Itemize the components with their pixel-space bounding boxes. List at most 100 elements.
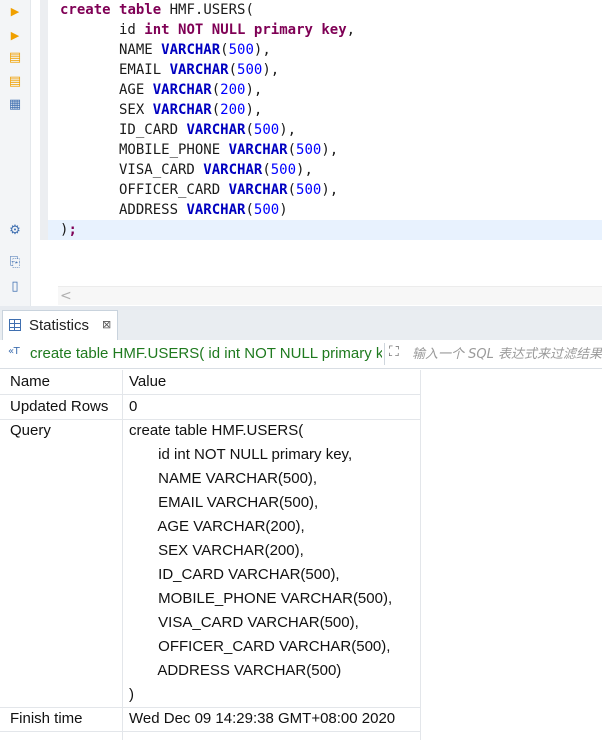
explain-plan-icon[interactable]: ▦: [7, 97, 23, 113]
row-value-cell[interactable]: NAME VARCHAR(500),: [129, 467, 317, 491]
execute-in-new-tab-icon[interactable]: ▶: [7, 28, 23, 44]
row-divider: [0, 707, 420, 708]
code-line[interactable]: create table HMF.USERS(: [60, 0, 254, 20]
row-value-cell[interactable]: 0: [129, 395, 137, 419]
code-token: NOT: [178, 22, 204, 38]
code-token: (: [211, 102, 221, 118]
row-name-cell[interactable]: Finish time: [10, 707, 83, 731]
code-token: ),: [262, 62, 280, 78]
code-token: key: [321, 22, 347, 38]
row-divider: [0, 419, 420, 420]
row-value-cell[interactable]: SEX VARCHAR(200),: [129, 539, 304, 563]
row-value-cell[interactable]: ID_CARD VARCHAR(500),: [129, 563, 339, 587]
code-token: NAME: [60, 42, 162, 58]
code-token: ),: [321, 142, 339, 158]
code-line[interactable]: NAME VARCHAR(500),: [60, 40, 271, 60]
column-header-value[interactable]: Value: [129, 370, 166, 394]
code-token: primary: [253, 22, 313, 38]
code-token: table: [119, 2, 162, 18]
code-line[interactable]: ID_CARD VARCHAR(500),: [60, 120, 296, 140]
row-value-cell[interactable]: AGE VARCHAR(200),: [129, 515, 304, 539]
code-line[interactable]: OFFICER_CARD VARCHAR(500),: [60, 180, 338, 200]
code-token: ,: [346, 22, 356, 38]
code-token: VARCHAR: [186, 202, 246, 218]
code-token: ),: [245, 102, 263, 118]
code-token: VARCHAR: [186, 122, 246, 138]
code-token: (: [287, 142, 297, 158]
tab-statistics-label: Statistics: [29, 317, 90, 334]
row-divider: [0, 731, 420, 732]
code-token: id: [60, 22, 145, 38]
row-value-cell[interactable]: VISA_CARD VARCHAR(500),: [129, 611, 359, 635]
code-token: create: [60, 2, 111, 18]
results-tab-strip: Statistics ⊠: [0, 310, 602, 341]
editor-gutter: [40, 0, 48, 240]
expand-filter-icon[interactable]: ⛶: [389, 344, 399, 360]
sql-editor[interactable]: ▶ ▶ ▤ ▤ ▦ ⚙ ⎘ ▯ create table HMF.USERS( id int …: [0, 0, 602, 308]
code-line[interactable]: AGE VARCHAR(200),: [60, 80, 262, 100]
code-token: (: [245, 202, 254, 218]
code-token: VARCHAR: [152, 82, 212, 98]
editor-side-toolbar: ▶ ▶ ▤ ▤ ▦ ⚙ ⎘ ▯: [0, 0, 31, 308]
code-line[interactable]: VISA_CARD VARCHAR(500),: [60, 160, 313, 180]
code-token: ADDRESS: [60, 202, 187, 218]
code-token: ),: [279, 122, 297, 138]
query-text[interactable]: create table HMF.USERS( id int NOT NULL …: [30, 345, 382, 362]
row-name-cell[interactable]: Updated Rows: [10, 395, 108, 419]
filter-input[interactable]: [412, 345, 602, 363]
row-value-cell[interactable]: create table HMF.USERS(: [129, 419, 303, 443]
code-token: VARCHAR: [203, 162, 263, 178]
statistics-grid-icon: [9, 319, 21, 331]
row-name-cell[interactable]: Query: [10, 419, 51, 443]
query-text-icon: «T: [8, 346, 20, 357]
row-value-cell[interactable]: ADDRESS VARCHAR(500): [129, 659, 341, 683]
settings-icon[interactable]: ⚙: [7, 223, 23, 239]
execute-statement-icon[interactable]: ▶: [7, 4, 23, 20]
code-token: (: [228, 62, 238, 78]
code-token: HMF.USERS(: [161, 2, 254, 18]
code-line[interactable]: id int NOT NULL primary key,: [60, 20, 355, 40]
column-divider[interactable]: [420, 370, 421, 740]
code-token: ;: [68, 222, 77, 238]
scroll-left-arrow[interactable]: <: [60, 287, 72, 305]
code-token: 500: [253, 202, 280, 218]
row-value-cell[interactable]: EMAIL VARCHAR(500),: [129, 491, 318, 515]
code-token: 500: [270, 162, 297, 178]
row-value-cell[interactable]: Wed Dec 09 14:29:38 GMT+08:00 2020: [129, 707, 395, 731]
load-file-icon[interactable]: ▯: [7, 279, 23, 295]
code-token: VARCHAR: [169, 62, 229, 78]
export-icon[interactable]: ⎘: [7, 255, 23, 271]
code-token: int: [144, 22, 170, 38]
code-area[interactable]: create table HMF.USERS( id int NOT NULL …: [48, 0, 602, 290]
execute-script-icon[interactable]: ▤: [7, 50, 23, 66]
code-line[interactable]: ADDRESS VARCHAR(500): [60, 200, 288, 220]
code-line[interactable]: MOBILE_PHONE VARCHAR(500),: [60, 140, 338, 160]
column-divider[interactable]: [122, 370, 123, 740]
code-line[interactable]: EMAIL VARCHAR(500),: [60, 60, 279, 80]
code-token: 500: [228, 42, 254, 58]
row-value-cell[interactable]: MOBILE_PHONE VARCHAR(500),: [129, 587, 392, 611]
code-token: 500: [296, 182, 322, 198]
code-token: VARCHAR: [161, 42, 221, 58]
horizontal-scrollbar[interactable]: <: [58, 286, 602, 305]
row-value-cell[interactable]: id int NOT NULL primary key,: [129, 443, 352, 467]
code-token: 500: [237, 62, 263, 78]
column-header-name[interactable]: Name: [10, 370, 50, 394]
query-filter-bar: «T create table HMF.USERS( id int NOT NU…: [0, 340, 602, 369]
code-line[interactable]: SEX VARCHAR(200),: [60, 100, 262, 120]
code-token: VARCHAR: [228, 142, 288, 158]
code-token: (: [262, 162, 271, 178]
close-tab-icon[interactable]: ⊠: [102, 318, 111, 331]
code-token: NULL: [211, 22, 246, 38]
code-line[interactable]: );: [60, 220, 77, 240]
code-token: VISA_CARD: [60, 162, 204, 178]
row-value-cell[interactable]: OFFICER_CARD VARCHAR(500),: [129, 635, 390, 659]
tab-statistics[interactable]: Statistics ⊠: [2, 310, 118, 340]
code-token: 200: [220, 102, 246, 118]
execute-script-new-tab-icon[interactable]: ▤: [7, 74, 23, 90]
code-token: ),: [321, 182, 339, 198]
row-value-cell[interactable]: ): [129, 683, 134, 707]
